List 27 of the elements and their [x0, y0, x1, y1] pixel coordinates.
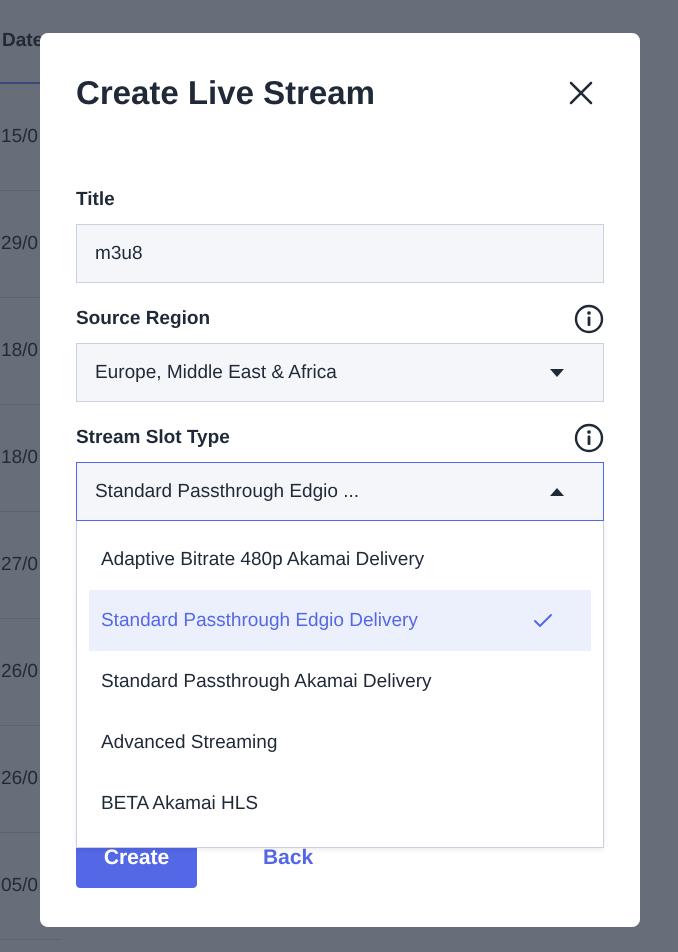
caret-up-icon — [549, 486, 565, 496]
table-cell: 26/0 — [0, 661, 38, 683]
select-field[interactable]: Europe, Middle East & Africa — [76, 343, 604, 402]
table-cell: 15/0 — [0, 126, 38, 148]
select-field[interactable]: Standard Passthrough Edgio ... — [76, 462, 604, 521]
table-cell: 05/0 — [0, 875, 38, 897]
info-icon[interactable] — [574, 423, 604, 453]
dropdown-option[interactable]: Advanced Streaming — [89, 712, 591, 773]
dropdown-option[interactable]: Standard Passthrough Edgio Delivery — [89, 590, 591, 651]
table-cell: 26/0 — [0, 768, 38, 790]
dialog-title: Create Live Stream — [76, 74, 375, 112]
table-cell: 29/0 — [0, 233, 38, 255]
field-label: Source Region — [76, 308, 210, 330]
caret-down-icon — [549, 368, 565, 378]
field-label: Title — [76, 189, 115, 211]
table-cell: 18/0 — [0, 340, 38, 362]
close-icon[interactable] — [568, 80, 594, 106]
dropdown-option[interactable]: Adaptive Bitrate 480p Akamai Delivery — [89, 529, 591, 590]
checkmark-icon — [533, 613, 553, 628]
back-link[interactable]: Back — [263, 846, 314, 870]
info-icon[interactable] — [574, 304, 604, 334]
title-input-field[interactable]: m3u8 — [76, 224, 604, 283]
table-cell: 27/0 — [0, 554, 38, 576]
table-cell: 18/0 — [0, 447, 38, 469]
column-header: Date — [1, 30, 44, 52]
field-label: Stream Slot Type — [76, 427, 230, 449]
dropdown-option[interactable]: Standard Passthrough Akamai Delivery — [89, 651, 591, 712]
